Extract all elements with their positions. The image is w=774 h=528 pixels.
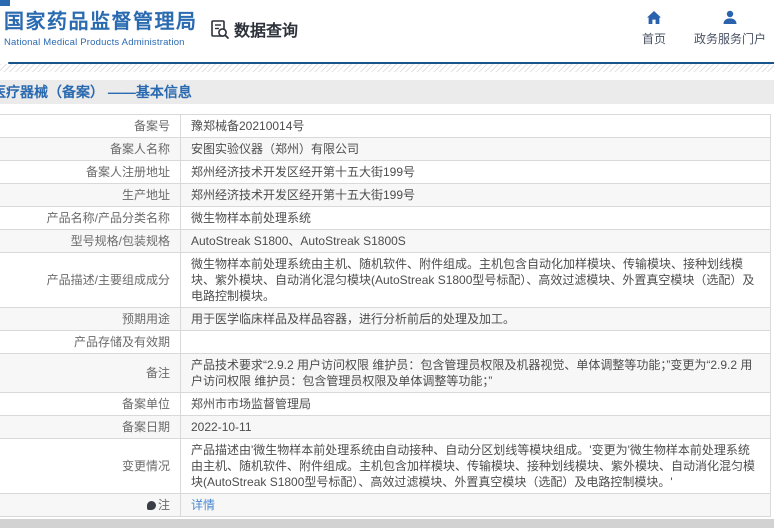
data-query-icon bbox=[208, 18, 231, 41]
table-row: 变更情况 产品描述由'微生物样本前处理系统由自动接种、自动分区划线等模块组成。'变… bbox=[0, 439, 770, 494]
table-row: 型号规格/包装规格 AutoStreak S1800、AutoStreak S18… bbox=[0, 230, 770, 253]
table-row: 备注 产品技术要求“2.9.2 用户访问权限 维护员：包含管理员权限及机器视觉、单… bbox=[0, 354, 770, 393]
table-row: 产品描述/主要组成成分 微生物样本前处理系统由主机、随机软件、附件组成。主机包含自… bbox=[0, 253, 770, 308]
row-label: 型号规格/包装规格 bbox=[0, 230, 181, 252]
data-query-tab[interactable]: 数据查询 bbox=[208, 17, 298, 41]
note-icon bbox=[146, 500, 156, 510]
row-label: 产品名称/产品分类名称 bbox=[0, 207, 181, 229]
row-label: 注 bbox=[0, 494, 181, 516]
row-label: 变更情况 bbox=[0, 439, 181, 493]
brand-logo[interactable]: 国家药品监督管理局 National Medical Products Admi… bbox=[4, 9, 198, 48]
user-icon bbox=[722, 10, 738, 25]
row-value: 微生物样本前处理系统由主机、随机软件、附件组成。主机包含自动化加样模块、传输模块… bbox=[191, 257, 755, 303]
row-value: 豫郑械备20210014号 bbox=[191, 119, 305, 133]
nav-item-portal[interactable]: 政务服务门户 bbox=[694, 10, 766, 47]
row-value: 郑州市市场监督管理局 bbox=[191, 397, 312, 411]
home-icon bbox=[646, 10, 662, 25]
row-value bbox=[181, 331, 770, 353]
row-value: 2022-10-11 bbox=[191, 420, 252, 434]
breadcrumb-bar: 医疗器械（备案） ——基本信息 bbox=[0, 80, 774, 104]
top-nav: 首页 政务服务门户 bbox=[642, 10, 766, 47]
corner-accent bbox=[0, 0, 10, 6]
table-row: 产品存储及有效期 bbox=[0, 331, 770, 354]
brand-title-cn: 国家药品监督管理局 bbox=[4, 11, 198, 33]
row-label: 预期用途 bbox=[0, 308, 181, 330]
detail-link[interactable]: 详情 bbox=[191, 497, 215, 513]
table-row: 备案号 豫郑械备20210014号 bbox=[0, 115, 770, 138]
row-value: 郑州经济技术开发区经开第十五大街199号 bbox=[191, 165, 416, 179]
hatch-band bbox=[0, 64, 774, 72]
info-table: 备案号 豫郑械备20210014号 备案人名称 安图实验仪器（郑州）有限公司 备案人注册… bbox=[0, 114, 771, 517]
row-value: 郑州经济技术开发区经开第十五大街199号 bbox=[191, 188, 416, 202]
page-header: 国家药品监督管理局 National Medical Products Admi… bbox=[0, 0, 774, 62]
table-row: 备案人注册地址 郑州经济技术开发区经开第十五大街199号 bbox=[0, 161, 770, 184]
nav-item-home[interactable]: 首页 bbox=[642, 10, 666, 47]
row-value: AutoStreak S1800、AutoStreak S1800S bbox=[191, 234, 406, 248]
table-row: 注详情 bbox=[0, 494, 770, 517]
table-row: 备案人名称 安图实验仪器（郑州）有限公司 bbox=[0, 138, 770, 161]
table-row: 产品名称/产品分类名称 微生物样本前处理系统 bbox=[0, 207, 770, 230]
row-value: 详情 bbox=[181, 494, 770, 516]
nav-home-label: 首页 bbox=[641, 32, 666, 46]
table-row: 备案日期 2022-10-11 bbox=[0, 416, 770, 439]
table-row: 生产地址 郑州经济技术开发区经开第十五大街199号 bbox=[0, 184, 770, 207]
row-value: 用于医学临床样品及样品容器，进行分析前后的处理及加工。 bbox=[191, 312, 516, 326]
row-label: 生产地址 bbox=[0, 184, 181, 206]
row-label: 备案人注册地址 bbox=[0, 161, 181, 183]
row-value: 产品技术要求“2.9.2 用户访问权限 维护员：包含管理员权限及机器视觉、单体调… bbox=[191, 358, 753, 388]
row-label: 备注 bbox=[0, 354, 181, 392]
row-label: 产品存储及有效期 bbox=[0, 331, 181, 353]
table-row: 备案单位 郑州市市场监督管理局 bbox=[0, 393, 770, 416]
row-label: 备案号 bbox=[0, 115, 181, 137]
data-query-label: 数据查询 bbox=[234, 23, 299, 40]
footer-strip bbox=[0, 519, 774, 528]
nav-portal-label: 政务服务门户 bbox=[693, 32, 766, 46]
row-label: 备案人名称 bbox=[0, 138, 181, 160]
row-value: 产品描述由'微生物样本前处理系统由自动接种、自动分区划线等模块组成。'变更为'微… bbox=[191, 443, 756, 489]
row-value: 微生物样本前处理系统 bbox=[191, 211, 312, 225]
table-row: 预期用途 用于医学临床样品及样品容器，进行分析前后的处理及加工。 bbox=[0, 308, 770, 331]
brand-title-en: National Medical Products Administration bbox=[4, 37, 185, 48]
row-value: 安图实验仪器（郑州）有限公司 bbox=[191, 142, 360, 156]
row-label: 备案单位 bbox=[0, 393, 181, 415]
row-label: 产品描述/主要组成成分 bbox=[0, 253, 181, 307]
breadcrumb: 医疗器械（备案） ——基本信息 bbox=[0, 84, 192, 100]
row-label: 备案日期 bbox=[0, 416, 181, 438]
